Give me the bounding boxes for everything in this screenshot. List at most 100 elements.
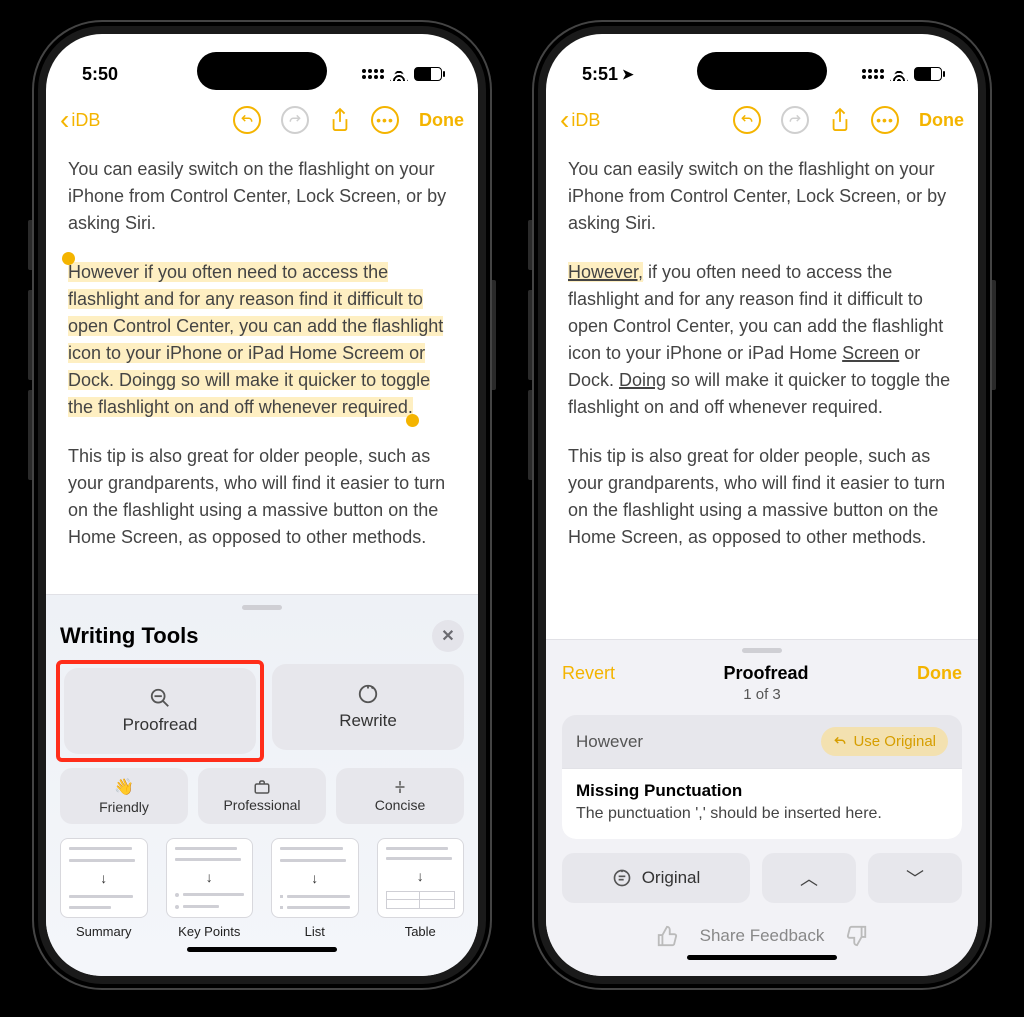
- share-button[interactable]: [829, 107, 851, 133]
- note-content[interactable]: You can easily switch on the flashlight …: [46, 144, 478, 594]
- table-template-button[interactable]: ↓ Table: [377, 838, 465, 939]
- list-template-button[interactable]: ↓ List: [271, 838, 359, 939]
- sheet-grabber[interactable]: [242, 605, 282, 610]
- writing-tools-sheet: Writing Tools ✕ Proofread: [46, 594, 478, 976]
- note-paragraph-selected: However if you often need to access the …: [68, 259, 456, 421]
- magnifier-icon: [149, 687, 171, 709]
- share-feedback-row: Share Feedback: [562, 925, 962, 947]
- share-feedback-label[interactable]: Share Feedback: [700, 926, 825, 946]
- keypoints-preview-icon: ↓: [166, 838, 254, 918]
- notes-navbar: ‹ iDB ••• Done: [46, 96, 478, 144]
- issue-description: The punctuation ',' should be inserted h…: [576, 805, 948, 823]
- phone-left: 5:50 ‹ iDB: [32, 20, 492, 990]
- screen-right: 5:51 ➤ ‹ iDB: [546, 34, 978, 976]
- correction-word[interactable]: However,: [568, 262, 643, 282]
- sheet-title: Writing Tools: [60, 623, 199, 649]
- ellipsis-icon: •••: [376, 112, 394, 128]
- summary-preview-icon: ↓: [60, 838, 148, 918]
- correction-word[interactable]: Doing: [619, 370, 666, 390]
- summary-template-button[interactable]: ↓ Summary: [60, 838, 148, 939]
- redo-icon: [288, 113, 302, 127]
- original-toggle-button[interactable]: Original: [562, 853, 750, 903]
- dynamic-island: [697, 52, 827, 90]
- briefcase-icon: [253, 779, 271, 795]
- next-issue-button[interactable]: ﹀: [868, 853, 962, 903]
- keypoints-template-button[interactable]: ↓ Key Points: [166, 838, 254, 939]
- back-button[interactable]: ‹ iDB: [60, 110, 100, 131]
- note-content[interactable]: You can easily switch on the flashlight …: [546, 144, 978, 639]
- ellipsis-icon: •••: [876, 112, 894, 128]
- panel-done-button[interactable]: Done: [917, 663, 962, 684]
- back-label: iDB: [71, 110, 100, 131]
- undo-icon: [740, 113, 754, 127]
- done-button[interactable]: Done: [919, 110, 964, 131]
- undo-button[interactable]: [233, 106, 261, 134]
- chevron-up-icon: ︿: [800, 865, 818, 891]
- battery-icon: [914, 67, 942, 81]
- proofread-word: However: [576, 732, 643, 752]
- prev-issue-button[interactable]: ︿: [762, 853, 856, 903]
- close-button[interactable]: ✕: [432, 620, 464, 652]
- more-button[interactable]: •••: [371, 106, 399, 134]
- note-paragraph: This tip is also great for older people,…: [568, 443, 956, 551]
- dual-signal-icon: [862, 69, 884, 79]
- friendly-button[interactable]: 👋 Friendly: [60, 768, 188, 824]
- note-paragraph-corrected: However, if you often need to access the…: [568, 259, 956, 421]
- rewrite-button[interactable]: Rewrite: [272, 664, 464, 750]
- proofread-panel: Revert Proofread Done 1 of 3 However Use…: [546, 639, 978, 976]
- note-paragraph: You can easily switch on the flashlight …: [568, 156, 956, 237]
- status-indicators: [362, 67, 442, 81]
- selection-handle-start[interactable]: [62, 252, 75, 265]
- notes-navbar: ‹ iDB ••• Done: [546, 96, 978, 144]
- redo-icon: [788, 113, 802, 127]
- back-label: iDB: [571, 110, 600, 131]
- sheet-grabber[interactable]: [742, 648, 782, 653]
- redo-button: [781, 106, 809, 134]
- note-paragraph: You can easily switch on the flashlight …: [68, 156, 456, 237]
- location-icon: ➤: [622, 66, 634, 83]
- thumbs-down-button[interactable]: [846, 925, 868, 947]
- proofread-counter: 1 of 3: [562, 686, 962, 703]
- undo-icon: [833, 735, 847, 749]
- proofread-button[interactable]: Proofread: [64, 668, 256, 754]
- undo-button[interactable]: [733, 106, 761, 134]
- dynamic-island: [197, 52, 327, 90]
- proofread-label: Proofread: [123, 715, 198, 735]
- revert-button[interactable]: Revert: [562, 663, 615, 684]
- note-paragraph: This tip is also great for older people,…: [68, 443, 456, 551]
- screen-left: 5:50 ‹ iDB: [46, 34, 478, 976]
- wifi-icon: [890, 67, 908, 81]
- redo-button: [281, 106, 309, 134]
- rewrite-icon: [357, 683, 379, 705]
- close-icon: ✕: [441, 626, 454, 646]
- battery-icon: [414, 67, 442, 81]
- dual-signal-icon: [362, 69, 384, 79]
- more-button[interactable]: •••: [871, 106, 899, 134]
- concise-icon: [391, 779, 409, 795]
- home-indicator[interactable]: [187, 947, 337, 952]
- undo-icon: [240, 113, 254, 127]
- use-original-button[interactable]: Use Original: [821, 727, 948, 756]
- wave-icon: 👋: [114, 777, 134, 797]
- chevron-down-icon: ﹀: [906, 865, 924, 891]
- status-time: 5:50: [82, 64, 118, 85]
- phone-right: 5:51 ➤ ‹ iDB: [532, 20, 992, 990]
- thumbs-up-button[interactable]: [656, 925, 678, 947]
- back-button[interactable]: ‹ iDB: [560, 110, 600, 131]
- status-indicators: [862, 67, 942, 81]
- wifi-icon: [390, 67, 408, 81]
- proofread-card: However Use Original Missing Punctuation…: [562, 715, 962, 839]
- issue-title: Missing Punctuation: [576, 781, 948, 801]
- highlight-box: Proofread: [56, 660, 264, 762]
- home-indicator[interactable]: [687, 955, 837, 960]
- share-button[interactable]: [329, 107, 351, 133]
- professional-button[interactable]: Professional: [198, 768, 326, 824]
- correction-word[interactable]: Screen: [842, 343, 899, 363]
- concise-button[interactable]: Concise: [336, 768, 464, 824]
- selection-handle-end[interactable]: [406, 414, 419, 427]
- status-time: 5:51 ➤: [582, 64, 634, 85]
- rewrite-label: Rewrite: [339, 711, 397, 731]
- list-preview-icon: ↓: [271, 838, 359, 918]
- done-button[interactable]: Done: [419, 110, 464, 131]
- table-preview-icon: ↓: [377, 838, 465, 918]
